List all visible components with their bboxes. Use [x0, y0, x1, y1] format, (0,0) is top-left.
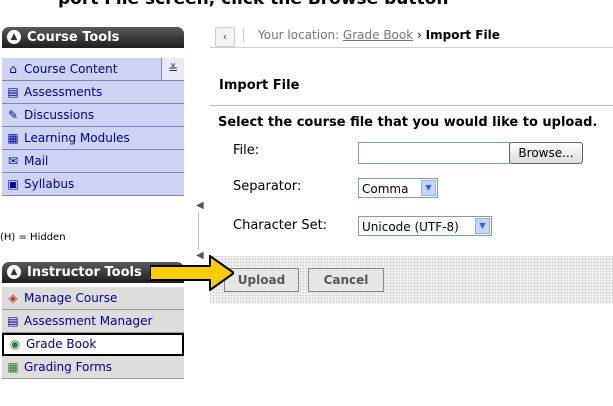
- sidebar-item-grade-book[interactable]: ◉ Grade Book: [2, 333, 184, 356]
- charset-value: Unicode (UTF-8): [362, 220, 459, 234]
- home-icon: ⌂: [9, 62, 17, 76]
- page-title: Import File: [219, 78, 300, 93]
- dropdown-arrow-icon[interactable]: ▼: [475, 218, 490, 234]
- sidebar-item-label: Syllabus: [24, 177, 75, 191]
- back-arrow-icon[interactable]: ‹: [215, 27, 235, 47]
- clipboard-icon: ▤: [7, 85, 19, 99]
- action-bar: Upload Cancel: [210, 256, 613, 304]
- upload-button[interactable]: Upload: [224, 268, 299, 292]
- syllabus-icon: ▣: [7, 177, 19, 191]
- course-tools-list: ⌂ Course Content ≚ ▤ Assessments ✎ Discu…: [2, 58, 184, 196]
- separator-label: Separator:: [233, 179, 302, 194]
- instructions-text: Select the course file that you would li…: [218, 115, 598, 130]
- collapse-chevron-icon[interactable]: ▲: [7, 265, 21, 279]
- breadcrumb-trail: Your location: Grade Book › Import File: [243, 28, 500, 42]
- separator-select[interactable]: Comma ▼: [358, 178, 438, 198]
- sidebar-resize-handle[interactable]: [198, 212, 199, 250]
- title-divider: [210, 105, 613, 106]
- instructor-tools-list: ◈ Manage Course ▤ Assessment Manager ◉ G…: [2, 287, 184, 379]
- separator-value: Comma: [362, 182, 409, 196]
- sidebar-item-label: Assessment Manager: [24, 314, 153, 328]
- sidebar-item-assessment-manager[interactable]: ▤ Assessment Manager: [2, 310, 184, 333]
- sidebar-item-discussions[interactable]: ✎ Discussions: [2, 104, 184, 127]
- breadcrumb-separator: ›: [417, 28, 422, 42]
- breadcrumb: ‹ Your location: Grade Book › Import Fil…: [210, 27, 613, 48]
- breadcrumb-current: Import File: [425, 28, 500, 42]
- double-chevron-down-icon[interactable]: ≚: [161, 58, 184, 80]
- callout-arrow-icon: [150, 255, 234, 291]
- file-label: File:: [233, 143, 260, 158]
- breadcrumb-link-grade-book[interactable]: Grade Book: [343, 28, 413, 42]
- instructor-tools-title: Instructor Tools: [27, 265, 142, 280]
- sidebar-item-mail[interactable]: ✉ Mail: [2, 150, 184, 173]
- clipboard-icon: ▤: [7, 314, 19, 328]
- dropdown-arrow-icon[interactable]: ▼: [421, 180, 436, 196]
- charset-label: Character Set:: [233, 218, 328, 233]
- browse-button[interactable]: Browse...: [509, 142, 583, 164]
- box-icon: ◈: [8, 291, 18, 305]
- file-path-input[interactable]: [358, 142, 510, 164]
- collapse-left-icon[interactable]: ◀: [196, 200, 204, 211]
- hidden-legend: (H) = Hidden: [0, 232, 66, 243]
- course-tools-title: Course Tools: [27, 30, 120, 45]
- charset-select[interactable]: Unicode (UTF-8) ▼: [358, 216, 492, 236]
- sidebar-item-label: Course Content: [24, 62, 118, 76]
- collapse-chevron-icon[interactable]: ▲: [7, 30, 21, 44]
- sidebar-item-label: Grade Book: [26, 337, 97, 351]
- sidebar-item-assessments[interactable]: ▤ Assessments: [2, 81, 184, 104]
- sidebar-item-label: Discussions: [24, 108, 95, 122]
- sidebar-item-label: Grading Forms: [24, 360, 113, 374]
- sidebar-item-label: Learning Modules: [24, 131, 130, 145]
- sidebar-item-label: Assessments: [24, 85, 103, 99]
- cancel-button[interactable]: Cancel: [308, 268, 384, 292]
- sidebar-item-label: Mail: [24, 154, 49, 168]
- book-icon: ▦: [7, 131, 19, 145]
- grade-book-icon: ◉: [9, 337, 21, 351]
- sidebar-item-label: Manage Course: [24, 291, 118, 305]
- mail-icon: ✉: [7, 154, 19, 168]
- grid-icon: ▦: [7, 360, 19, 374]
- sidebar-item-grading-forms[interactable]: ▦ Grading Forms: [2, 356, 184, 379]
- breadcrumb-prefix: Your location:: [258, 28, 340, 42]
- sidebar-item-syllabus[interactable]: ▣ Syllabus: [2, 173, 184, 196]
- sidebar-item-course-content[interactable]: ⌂ Course Content ≚: [2, 58, 184, 81]
- main-content: ‹ Your location: Grade Book › Import Fil…: [210, 0, 613, 406]
- sidebar-item-learning-modules[interactable]: ▦ Learning Modules: [2, 127, 184, 150]
- pushpin-icon: ✎: [7, 108, 19, 122]
- course-tools-header[interactable]: ▲ Course Tools: [2, 27, 184, 48]
- sidebar: ▲ Course Tools ⌂ Course Content ≚ ▤ Asse…: [0, 0, 205, 406]
